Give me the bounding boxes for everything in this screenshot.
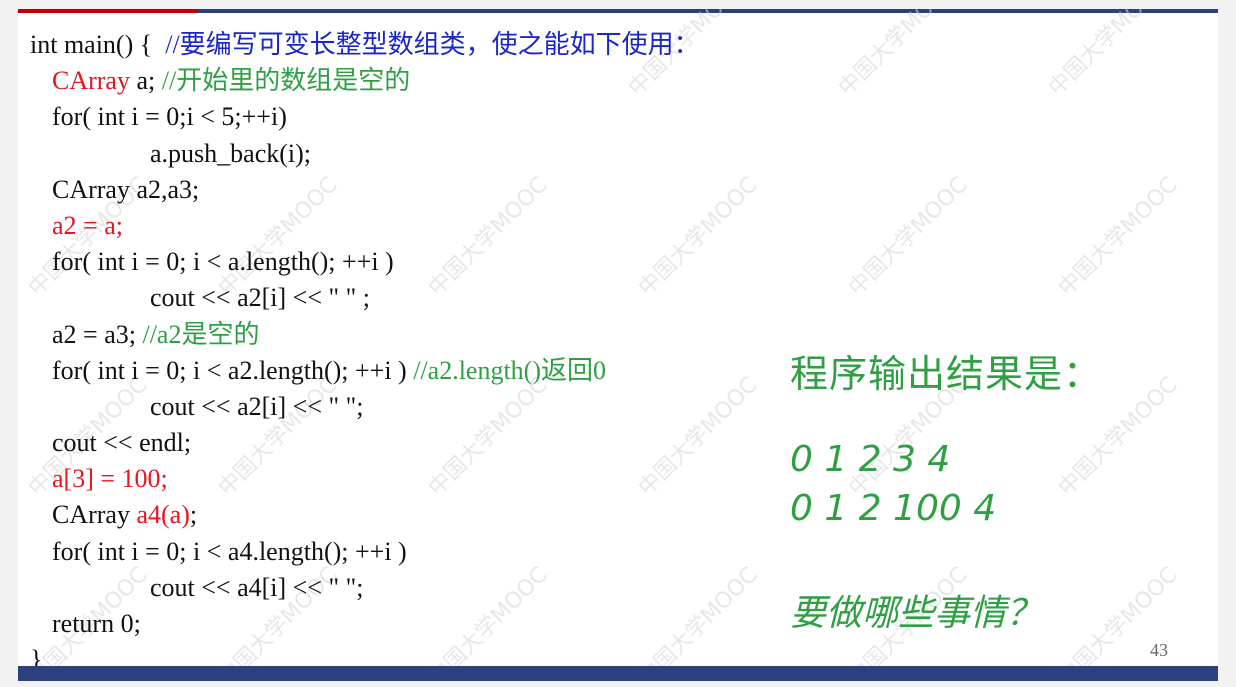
watermark: 中国大学MOOC [843,172,973,302]
output-line-2: 0 1 2 100 4 [790,488,997,529]
code-line: for( int i = 0;i < 5;++i) [52,102,287,132]
code-line: cout << a2[i] << " "; [150,391,364,421]
output-line-1: 0 1 2 3 4 [790,439,951,480]
code-comment: //开始里的数组是空的 [161,66,411,96]
code-block: int main() { //要编写可变长整型数组类，使之能如下使用： CArr… [30,27,700,678]
code-keyword-highlight: CArray [52,66,130,96]
code-text: CArray [52,500,137,530]
code-line: CArray a2,a3; [52,174,200,204]
code-text: a2 = a3; [52,319,143,349]
code-text: a; [129,66,162,96]
code-line: CArray a4(a); [30,497,700,533]
bottom-bar [18,666,1218,681]
code-comment: //a2是空的 [142,319,260,349]
code-line: a2 = a3; //a2是空的 [30,317,700,353]
code-line: for( int i = 0; i < a.length(); ++i ) [52,247,394,277]
code-line: return 0; [52,609,141,638]
code-text: ; [189,500,198,530]
code-line: a[3] = 100; [52,464,168,494]
code-line: cout << a2[i] << " " ; [150,283,370,313]
code-comment: //a2.length()返回0 [413,355,606,385]
watermark: 中国大学MOOC [1053,562,1183,681]
code-keyword-highlight: a4(a) [136,500,190,530]
top-accent-bar-blue [198,9,1218,13]
code-line: int main() { //要编写可变长整型数组类，使之能如下使用： [30,27,700,63]
watermark: 中国大学MOOC [833,9,963,102]
watermark: 中国大学MOOC [1053,172,1183,302]
output-title: 程序输出结果是： [790,352,1103,396]
code-text: int main() { [30,30,166,59]
code-line: for( int i = 0; i < a2.length(); ++i ) /… [30,353,700,389]
code-line: CArray a; //开始里的数组是空的 [30,63,700,99]
question-text: 要做哪些事情？ [790,593,1043,634]
watermark: 中国大学MOOC [1043,9,1173,102]
code-line: cout << a4[i] << " "; [150,572,364,602]
page-number: 43 [1150,640,1168,660]
slide: 中国大学MOOC 中国大学MOOC 中国大学MOOC 中国大学MOOC 中国大学… [18,9,1218,681]
code-line: for( int i = 0; i < a4.length(); ++i ) [52,536,407,566]
code-line: a.push_back(i); [150,138,312,168]
code-comment: //要编写可变长整型数组类，使之能如下使用： [165,30,700,59]
top-accent-bar-red [18,9,198,13]
code-line: cout << endl; [52,428,192,458]
code-text: for( int i = 0; i < a2.length(); ++i ) [52,355,414,385]
code-line: a2 = a; [52,210,123,240]
